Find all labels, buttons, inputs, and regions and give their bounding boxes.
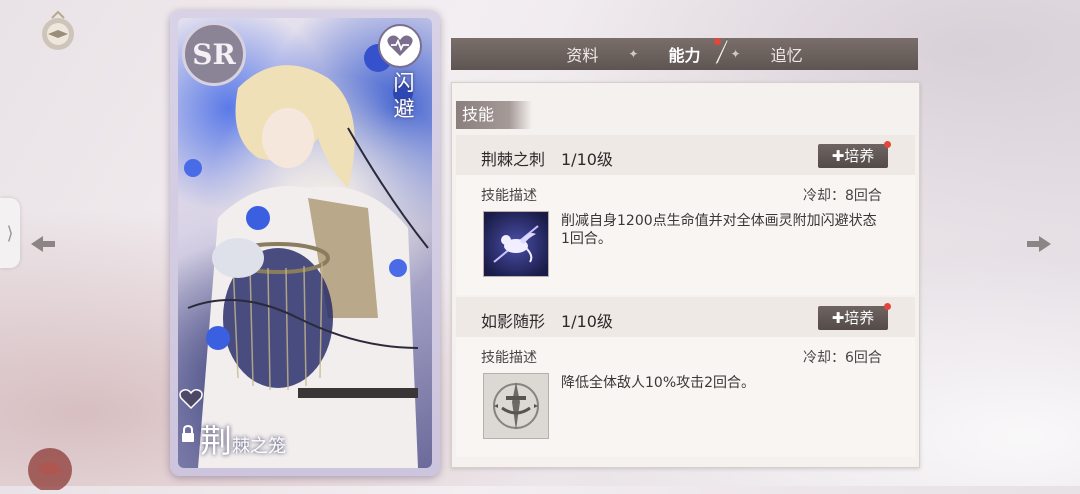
train-button-label: 培养 xyxy=(844,147,875,165)
tab-bar: 资料 ✦ 能力 ✦ 追忆 xyxy=(451,38,918,70)
panel-title: 技能 xyxy=(456,101,532,129)
winged-cat-icon[interactable] xyxy=(483,211,549,277)
train-notification-dot xyxy=(884,303,891,310)
skill-description-label: 技能描述 xyxy=(481,188,537,204)
tab-ability[interactable]: 能力 xyxy=(662,46,706,65)
attribute-label: 闪避 xyxy=(393,71,415,121)
tab-profile[interactable]: 资料 xyxy=(560,42,604,66)
dagger-emblem-icon[interactable] xyxy=(483,373,549,439)
skill-header: 如影随形 1/10级 ✚培养 xyxy=(456,297,915,337)
skill-card: 荆棘之刺 1/10级 ✚培养 技能描述 冷却：8回合 削减自身1200点生命值并… xyxy=(456,135,915,295)
favorite-heart-icon[interactable] xyxy=(178,386,204,412)
skill-description: 降低全体敌人10%攻击2回合。 xyxy=(561,375,756,391)
skill-description: 削减自身1200点生命值并对全体画灵附加闪避状态1回合。 xyxy=(561,213,877,247)
skill-header: 荆棘之刺 1/10级 ✚培养 xyxy=(456,135,915,175)
skill-cooldown: 冷却：8回合 xyxy=(803,188,882,204)
ability-notification-dot xyxy=(713,38,721,45)
skill-description-label: 技能描述 xyxy=(481,350,537,366)
tab-separator: ✦ xyxy=(730,47,741,61)
menu-emblem-icon[interactable] xyxy=(34,8,82,56)
side-drawer-handle[interactable]: ⟩ xyxy=(0,198,20,268)
skill-name: 如影随形 xyxy=(481,312,546,331)
character-card[interactable]: SR 闪避 荆棘之笼 xyxy=(170,10,440,476)
heartbeat-attribute-icon xyxy=(378,24,422,68)
previous-card-arrow-icon[interactable] xyxy=(28,229,58,259)
card-name: 荆棘之笼 xyxy=(200,416,286,462)
card-name-initial: 荆 xyxy=(200,422,233,460)
skill-level: 1/10级 xyxy=(561,312,613,331)
lock-icon[interactable] xyxy=(178,424,198,444)
train-skill-button[interactable]: ✚培养 xyxy=(818,306,888,330)
skill-card: 如影随形 1/10级 ✚培养 技能描述 冷却：6回合 降低全体敌人10%攻击2回… xyxy=(456,297,915,457)
train-button-label: 培养 xyxy=(844,309,875,327)
character-artwork: SR 闪避 荆棘之笼 xyxy=(178,18,432,468)
tab-separator: ✦ xyxy=(628,47,639,61)
train-skill-button[interactable]: ✚培养 xyxy=(818,144,888,168)
next-card-arrow-icon[interactable] xyxy=(1024,229,1054,259)
skill-level: 1/10级 xyxy=(561,150,613,169)
skill-cooldown: 冷却：6回合 xyxy=(803,350,882,366)
rarity-badge: SR xyxy=(182,22,246,86)
tab-memories[interactable]: 追忆 xyxy=(765,42,809,66)
skill-name: 荆棘之刺 xyxy=(481,150,546,169)
rose-decoration xyxy=(20,440,80,492)
train-notification-dot xyxy=(884,141,891,148)
skills-panel: 技能 荆棘之刺 1/10级 ✚培养 技能描述 冷却：8回合 削减自身1200点生… xyxy=(451,82,920,468)
card-name-rest: 棘之笼 xyxy=(232,436,287,457)
